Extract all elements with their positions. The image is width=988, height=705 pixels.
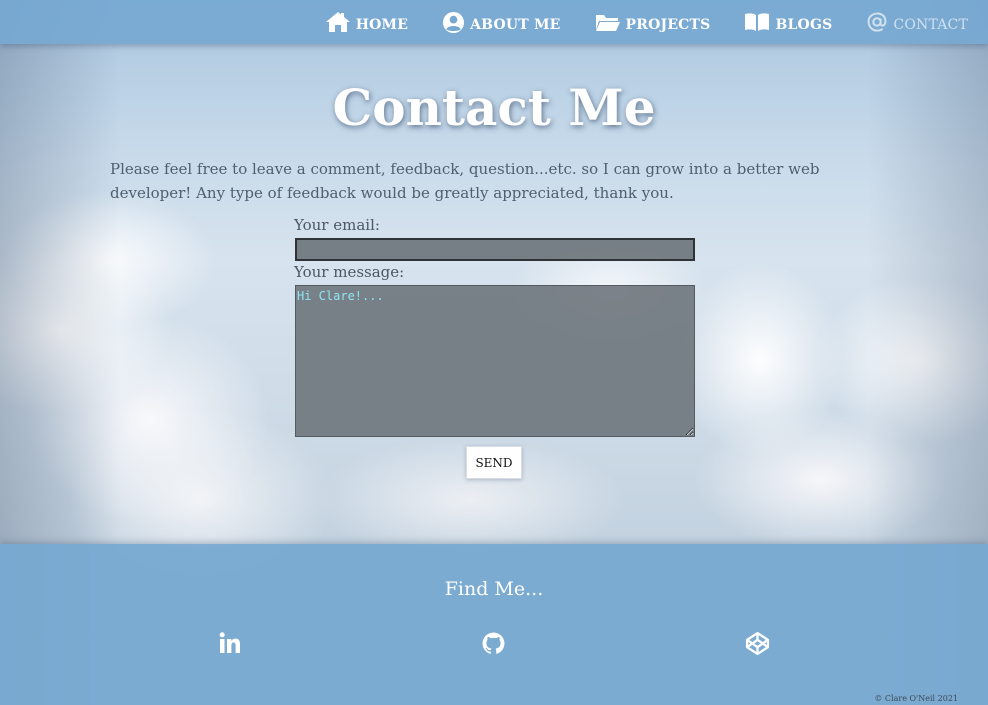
nav-blogs-label: BLOGS xyxy=(775,17,833,33)
nav-home-label: HOME xyxy=(355,17,409,33)
intro-text: Please feel free to leave a comment, fee… xyxy=(110,160,820,202)
nav-blogs[interactable]: BLOGS xyxy=(744,0,832,44)
home-icon xyxy=(325,11,351,33)
top-navbar: HOME ABOUT ME PROJECTS BLOGS CONTACT xyxy=(0,0,988,44)
message-label: Your message: xyxy=(294,263,405,281)
email-label: Your email: xyxy=(294,216,380,234)
codepen-icon xyxy=(745,631,770,660)
book-icon xyxy=(744,12,770,32)
nav-contact-label: CONTACT xyxy=(893,17,968,33)
page-title: Contact Me xyxy=(332,78,656,137)
github-icon xyxy=(481,631,506,660)
copyright-text: © Clare O'Neil 2021 xyxy=(874,694,958,703)
footer: Find Me... © Clare O'Neil 2021 xyxy=(0,544,988,705)
linkedin-icon xyxy=(218,631,242,659)
at-icon xyxy=(866,11,888,33)
nav-projects[interactable]: PROJECTS xyxy=(595,0,711,44)
nav-projects-label: PROJECTS xyxy=(625,17,711,33)
folder-open-icon xyxy=(595,12,621,32)
email-field[interactable] xyxy=(295,238,695,261)
nav-about-me[interactable]: ABOUT ME xyxy=(442,0,560,44)
send-button[interactable]: SEND xyxy=(466,446,522,479)
nav-contact[interactable]: CONTACT xyxy=(866,0,968,44)
github-link[interactable] xyxy=(480,632,506,658)
user-circle-icon xyxy=(442,11,465,34)
linkedin-link[interactable] xyxy=(217,632,243,658)
find-me-heading: Find Me... xyxy=(444,578,544,600)
message-field[interactable] xyxy=(295,285,695,437)
codepen-link[interactable] xyxy=(744,631,770,660)
nav-home[interactable]: HOME xyxy=(325,0,408,44)
nav-about-label: ABOUT ME xyxy=(470,17,561,33)
